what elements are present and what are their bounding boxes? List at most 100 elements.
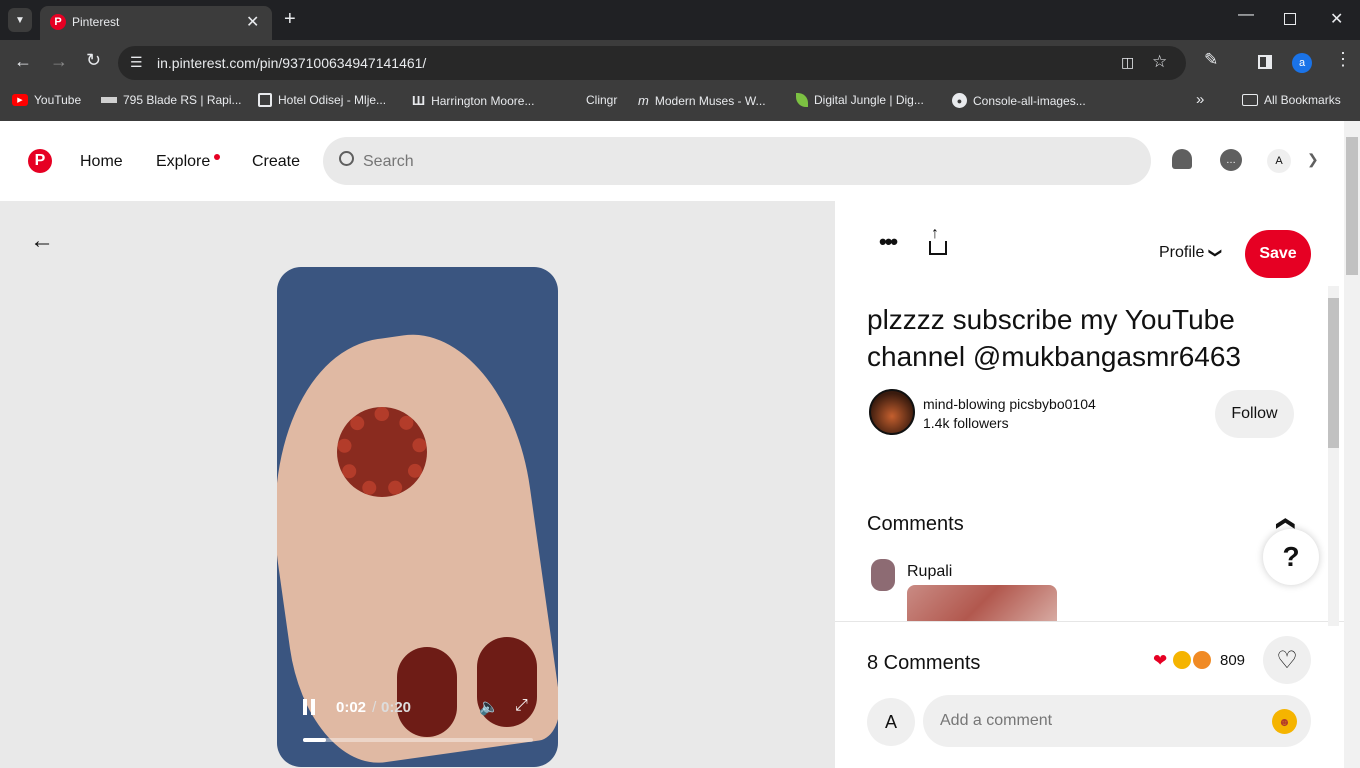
bookmark-star-icon[interactable]: ☆	[1152, 52, 1167, 72]
close-window-icon[interactable]: ✕	[1330, 9, 1343, 29]
reaction-count: 809	[1220, 652, 1246, 669]
bookmark-label: Digital Jungle | Dig...	[814, 93, 924, 107]
pinterest-page: P Home Explore Create Search … A ❯ ← 0:0…	[0, 121, 1360, 768]
fullscreen-icon[interactable]: ⤢	[515, 697, 528, 715]
site-info-icon[interactable]: ☰	[130, 54, 143, 71]
new-tab-icon[interactable]: +	[284, 8, 296, 31]
back-icon[interactable]: ←	[14, 51, 32, 72]
muses-icon: m	[638, 93, 649, 108]
pin-details-pane: ••• ↑ Profile ❯ Save plzzzz subscribe my…	[835, 201, 1344, 768]
comment-image-thumbnail[interactable]	[907, 585, 1057, 621]
bookmark-label: YouTube	[34, 93, 82, 107]
more-options-icon[interactable]: •••	[879, 229, 898, 255]
restore-icon[interactable]	[1284, 13, 1296, 25]
profile-dropdown[interactable]: Profile ❯	[1159, 244, 1224, 262]
video-progress-fill	[303, 738, 326, 742]
back-arrow-icon[interactable]: ←	[30, 227, 54, 255]
pinterest-favicon-icon: P	[50, 14, 66, 30]
tab-title: Pinterest	[72, 15, 120, 29]
bookmarks-bar: ▶ YouTube 795 Blade RS | Rapi... Hotel O…	[0, 84, 1360, 121]
share-arrow-icon: ↑	[931, 225, 939, 242]
folder-icon	[1242, 94, 1258, 106]
extensions-icon[interactable]: ✎	[1204, 50, 1218, 70]
side-panel-icon[interactable]	[1258, 55, 1272, 69]
heart-reaction-icon: ❤	[1153, 651, 1168, 670]
chrome-menu-icon[interactable]: ⋮	[1334, 49, 1352, 70]
pin-media-pane: ← 0:02 / 0:20 🔈 ⤢	[0, 201, 835, 768]
video-current-time: 0:02	[336, 699, 367, 716]
like-heart-icon[interactable]: ♡	[1263, 636, 1311, 684]
details-scrollbar[interactable]	[1328, 286, 1339, 626]
pin-video[interactable]: 0:02 / 0:20 🔈 ⤢	[277, 267, 558, 767]
search-bar[interactable]: Search	[323, 137, 1151, 185]
nav-explore[interactable]: Explore	[156, 153, 210, 171]
creator-avatar[interactable]	[869, 389, 915, 435]
browser-tab[interactable]: P Pinterest ✕	[40, 6, 272, 40]
explore-notification-dot	[214, 154, 220, 160]
youtube-icon: ▶	[12, 94, 28, 106]
comment-count: 8 Comments	[867, 652, 981, 674]
bookmark-label: Modern Muses - W...	[654, 93, 766, 108]
reload-icon[interactable]: ↻	[86, 50, 101, 71]
commenter-avatar[interactable]	[871, 559, 895, 591]
tab-search-button[interactable]: ▼	[8, 8, 32, 32]
creator-name[interactable]: mind-blowing picsbybo0104	[923, 396, 1096, 412]
bookmark-blade[interactable]: 795 Blade RS | Rapi...	[101, 93, 242, 107]
more-bookmarks-icon[interactable]: »	[1196, 91, 1204, 108]
pause-icon[interactable]	[303, 699, 315, 715]
install-app-icon[interactable]: ◫	[1121, 54, 1134, 71]
bookmark-harrington[interactable]: Ш Harrington Moore...	[412, 93, 534, 108]
bookmark-muses[interactable]: m Modern Muses - W...	[638, 93, 766, 108]
video-time-separator: /	[368, 699, 381, 716]
page-scrollbar-thumb[interactable]	[1346, 137, 1358, 275]
help-button[interactable]: ?	[1263, 529, 1319, 585]
follow-button[interactable]: Follow	[1215, 390, 1294, 438]
comment-input-placeholder: Add a comment	[940, 712, 1053, 729]
user-avatar[interactable]: A	[1267, 149, 1291, 173]
video-duration: 0:20	[381, 699, 412, 716]
bookmark-console[interactable]: ● Console-all-images...	[952, 93, 1086, 108]
video-progress-track[interactable]	[303, 738, 533, 742]
share-icon[interactable]	[929, 241, 947, 255]
bookmark-clingr[interactable]: Clingr	[566, 93, 617, 107]
hm-icon: Ш	[412, 93, 426, 108]
profile-dropdown-label: Profile	[1159, 244, 1205, 261]
all-bookmarks[interactable]: All Bookmarks	[1242, 93, 1341, 107]
url-text[interactable]: in.pinterest.com/pin/937100634947141461/	[157, 55, 426, 71]
bookmark-label: Hotel Odisej - Mlje...	[278, 93, 387, 107]
clingr-icon	[566, 93, 580, 107]
messages-icon[interactable]: …	[1220, 149, 1242, 171]
notifications-bell-icon[interactable]	[1172, 149, 1192, 169]
github-icon: ●	[952, 93, 967, 108]
search-input[interactable]: Search	[363, 153, 414, 171]
browser-tab-bar: ▼ P Pinterest ✕ + — ✕	[0, 0, 1360, 40]
bookmark-label: 795 Blade RS | Rapi...	[123, 93, 242, 107]
bookmark-hotel[interactable]: Hotel Odisej - Mlje...	[258, 93, 386, 107]
profile-avatar[interactable]: a	[1292, 53, 1312, 73]
close-tab-icon[interactable]: ✕	[246, 12, 259, 32]
page-scrollbar[interactable]	[1344, 121, 1360, 768]
chevron-down-icon: ❯	[1208, 247, 1224, 259]
video-frame-fingertip	[397, 647, 457, 737]
comment-footer: 8 Comments ❤ 809 ♡ A Add a comment ☻	[835, 621, 1344, 768]
surprised-reaction-icon	[1193, 651, 1211, 669]
details-scrollbar-thumb[interactable]	[1328, 298, 1339, 448]
address-bar[interactable]: ☰ in.pinterest.com/pin/93710063494714146…	[118, 46, 1186, 80]
bookmark-label: Harrington Moore...	[431, 93, 535, 108]
search-icon	[339, 151, 354, 166]
comment-user-avatar[interactable]: A	[867, 698, 915, 746]
account-chevron-down-icon[interactable]: ❯	[1307, 151, 1319, 168]
bookmark-youtube[interactable]: ▶ YouTube	[12, 93, 81, 107]
volume-icon[interactable]: 🔈	[479, 697, 499, 717]
commenter-name[interactable]: Rupali	[907, 563, 952, 581]
save-button[interactable]: Save	[1245, 230, 1311, 278]
forward-icon[interactable]: →	[50, 51, 68, 72]
emoji-picker-icon[interactable]: ☻	[1272, 709, 1297, 734]
nav-home[interactable]: Home	[80, 153, 123, 171]
minimize-icon[interactable]: —	[1238, 6, 1254, 24]
bookmark-digital-jungle[interactable]: Digital Jungle | Dig...	[796, 93, 924, 107]
comment-input[interactable]: Add a comment ☻	[923, 695, 1311, 747]
nav-create[interactable]: Create	[252, 153, 300, 171]
pinterest-logo-icon[interactable]: P	[28, 149, 52, 173]
hotel-icon	[258, 93, 272, 107]
